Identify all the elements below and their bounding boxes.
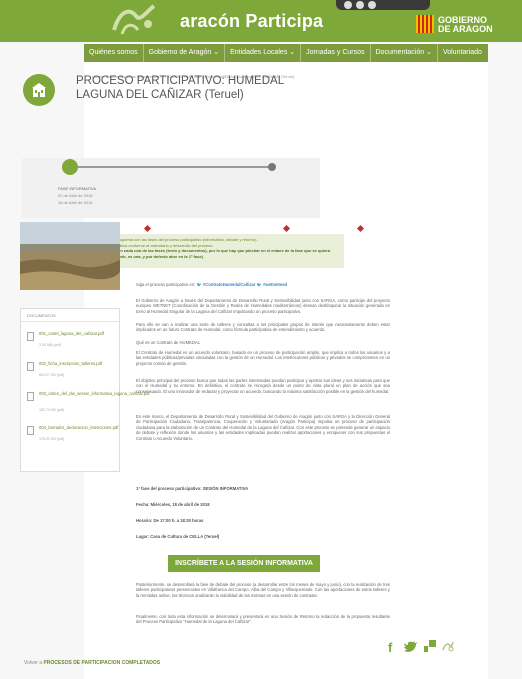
- phase-end-date: 18 de Abril de 2018: [58, 200, 93, 205]
- aragon-participa-small-icon[interactable]: [442, 640, 454, 652]
- back-link-text[interactable]: PROCESOS DE PARTICIPACION COMPLETADOS: [43, 660, 160, 666]
- wetland-photo: [20, 222, 120, 290]
- back-prefix: Volver a: [24, 660, 43, 666]
- page-title: PROCESO PARTICIPATIVO: HUMEDAL LAGUNA DE…: [76, 75, 284, 101]
- twitter-icon: 🐦: [196, 282, 202, 287]
- documents-panel: DOCUMENTOS 001_cartel_laguna_del_cañizar…: [20, 308, 150, 472]
- session-place-text: Lugar: Casa de Cultura de CELLA (Teruel): [136, 534, 220, 539]
- session-place: Lugar: Casa de Cultura de CELLA (Teruel): [136, 534, 390, 539]
- documents-tab[interactable]: DOCUMENTOS: [27, 313, 56, 318]
- session-title-text: 1ª fase del proceso participativo: SESIÓ…: [136, 486, 249, 491]
- body-paragraph: Finalmente, con toda esta información se…: [136, 614, 390, 625]
- phase-connector: [78, 166, 270, 168]
- main-nav: Quiénes somos Gobierno de Aragón ⌄ Entid…: [84, 44, 488, 62]
- session-date: Fecha: Miércoles, 18 de abril de 2018: [136, 502, 390, 507]
- body-paragraph: El Contrato de Humedal es un acuerdo vol…: [136, 350, 390, 366]
- document-size: 175.02 KB (pdf): [39, 437, 65, 441]
- nav-jornadas-cursos[interactable]: Jornadas y Cursos: [301, 44, 371, 62]
- document-link[interactable]: 004_borrador_declaracion_intenciones.pdf: [39, 425, 118, 430]
- phase-label: FASE INFORMATIVA: [58, 186, 97, 191]
- document-link[interactable]: 002_ficha_inscripcion_talleres.pdf: [39, 361, 117, 366]
- nav-entidades-locales[interactable]: Entidades Locales ⌄: [225, 44, 302, 62]
- register-session-button[interactable]: INSCRÍBETE A LA SESIÓN INFORMATIVA: [168, 555, 320, 572]
- session-date-text: Fecha: Miércoles, 18 de abril de 2018: [136, 502, 210, 507]
- nav-quienes-somos[interactable]: Quiénes somos: [84, 44, 144, 62]
- body-paragraph: Posteriormente, se desarrollará la fase …: [136, 582, 390, 598]
- aragon-participa-logo-icon: [112, 4, 156, 35]
- documents-tab-divider: [21, 321, 119, 322]
- pdf-icon: [27, 332, 34, 341]
- body-paragraph: El objetivo principal del proceso busca …: [136, 378, 390, 394]
- pdf-icon: [27, 392, 34, 401]
- session-time: Horario: De 17:00 h. a 18:30 horas: [136, 518, 390, 523]
- share-icon[interactable]: [424, 640, 436, 652]
- facebook-icon[interactable]: f: [388, 640, 392, 655]
- nav-voluntariado[interactable]: Voluntariado: [438, 44, 487, 62]
- session-title: 1ª fase del proceso participativo: SESIÓ…: [136, 486, 390, 491]
- site-brand[interactable]: aracón Participa: [180, 11, 323, 32]
- document-size: 182.74 KB (pdf): [39, 408, 65, 412]
- body-paragraph: Para ello se van a realizar una serie de…: [136, 322, 390, 333]
- building-icon: [32, 83, 46, 97]
- session-time-text: Horario: De 17:00 h. a 18:30 horas: [136, 518, 204, 523]
- site-header: aracón Participa GOBIERNO DE ARAGON: [0, 0, 522, 42]
- page: aracón Participa GOBIERNO DE ARAGON Quié…: [0, 0, 522, 679]
- aragon-flag-icon: [416, 15, 434, 33]
- gov-line2: DE ARAGON: [438, 24, 493, 34]
- phase-end-node[interactable]: [268, 163, 276, 171]
- body-paragraph: El Gobierno de Aragón a través del Depar…: [136, 298, 390, 314]
- body-heading: Qué es un Contrato de HUMEDAL: [136, 340, 201, 345]
- share-label: Siga el proceso participativo en:: [136, 282, 196, 287]
- nav-documentacion[interactable]: Documentación ⌄: [371, 44, 438, 62]
- document-link[interactable]: 003_orden_del_dia_sesion_informativa_lag…: [39, 391, 150, 396]
- back-link[interactable]: Volver a PROCESOS DE PARTICIPACION COMPL…: [24, 660, 160, 666]
- hashtag-link[interactable]: #ContratoHumedalCañizar: [203, 282, 256, 287]
- header-top-bar: [336, 0, 430, 10]
- document-size: 3.26 MB (pdf): [39, 343, 61, 347]
- document-size: 603.27 KB (pdf): [39, 373, 65, 377]
- nav-gobierno-aragon[interactable]: Gobierno de Aragón ⌄: [144, 44, 226, 62]
- pdf-icon: [27, 426, 34, 435]
- twitter-icon: 🐦: [256, 282, 262, 287]
- body-paragraph: En este marco, el Departamento de Desarr…: [136, 414, 390, 441]
- pdf-icon: [27, 362, 34, 371]
- phase-informativa-node[interactable]: [62, 159, 78, 175]
- hashtag-link[interactable]: #wetnetmed: [263, 282, 287, 287]
- twitter-share-icon[interactable]: [404, 640, 418, 652]
- phase-start-date: 02 de Abril de 2018: [58, 193, 93, 198]
- process-icon: [23, 74, 55, 106]
- phase-timeline: FASE INFORMATIVA 02 de Abril de 2018 18 …: [22, 158, 320, 218]
- share-row: Siga el proceso participativo en: 🐦 #Con…: [136, 282, 396, 288]
- document-link[interactable]: 001_cartel_laguna_del_cañizar.pdf: [39, 331, 117, 336]
